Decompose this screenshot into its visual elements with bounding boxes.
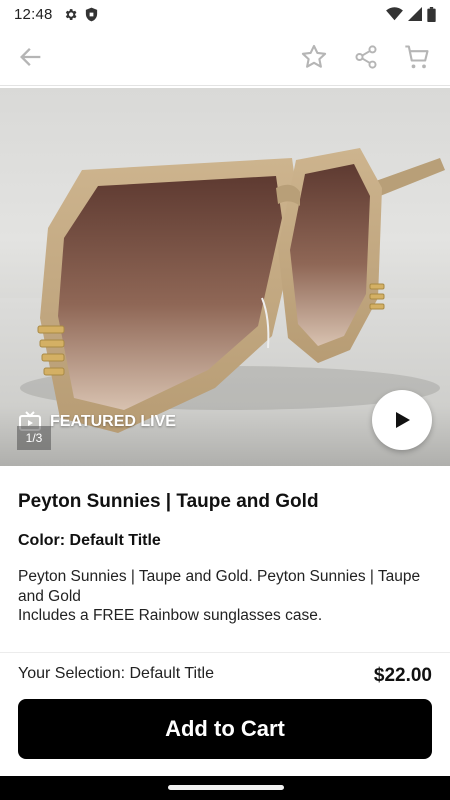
cart-button[interactable] [400, 40, 434, 74]
gear-icon [65, 8, 76, 20]
status-bar: 12:48 [0, 0, 450, 28]
add-to-cart-button[interactable]: Add to Cart [18, 699, 432, 759]
app-bar [0, 28, 450, 86]
product-image-carousel[interactable]: FEATURED LIVE 1/3 [0, 88, 450, 466]
play-video-button[interactable] [372, 390, 432, 450]
wifi-icon [386, 7, 403, 21]
share-button[interactable] [349, 40, 383, 74]
home-gesture-pill[interactable] [168, 785, 284, 790]
status-time: 12:48 [14, 5, 53, 23]
favorite-button[interactable] [297, 40, 331, 74]
play-icon [396, 412, 410, 428]
cart-icon [405, 45, 429, 69]
description-line: Includes a FREE Rainbow sunglasses case. [18, 607, 323, 624]
selection-text: Your Selection: Default Title [18, 665, 214, 682]
system-nav-bar [0, 776, 450, 800]
battery-icon [427, 6, 436, 22]
star-icon [301, 44, 327, 68]
image-counter: 1/3 [17, 426, 51, 450]
product-title: Peyton Sunnies | Taupe and Gold [18, 491, 319, 512]
share-icon [355, 45, 377, 69]
product-price: $22.00 [373, 665, 432, 686]
shield-icon [85, 7, 97, 21]
back-button[interactable] [14, 40, 48, 74]
divider [0, 652, 450, 653]
signal-icon [408, 7, 422, 21]
product-description: Peyton Sunnies | Taupe and Gold. Peyton … [18, 567, 428, 626]
product-color: Color: Default Title [18, 532, 161, 549]
back-arrow-icon [20, 48, 41, 66]
product-details: Peyton Sunnies | Taupe and Gold Color: D… [0, 466, 450, 776]
featured-live-label: FEATURED LIVE [50, 413, 176, 430]
description-line: Peyton Sunnies | Taupe and Gold. Peyton … [18, 568, 421, 605]
